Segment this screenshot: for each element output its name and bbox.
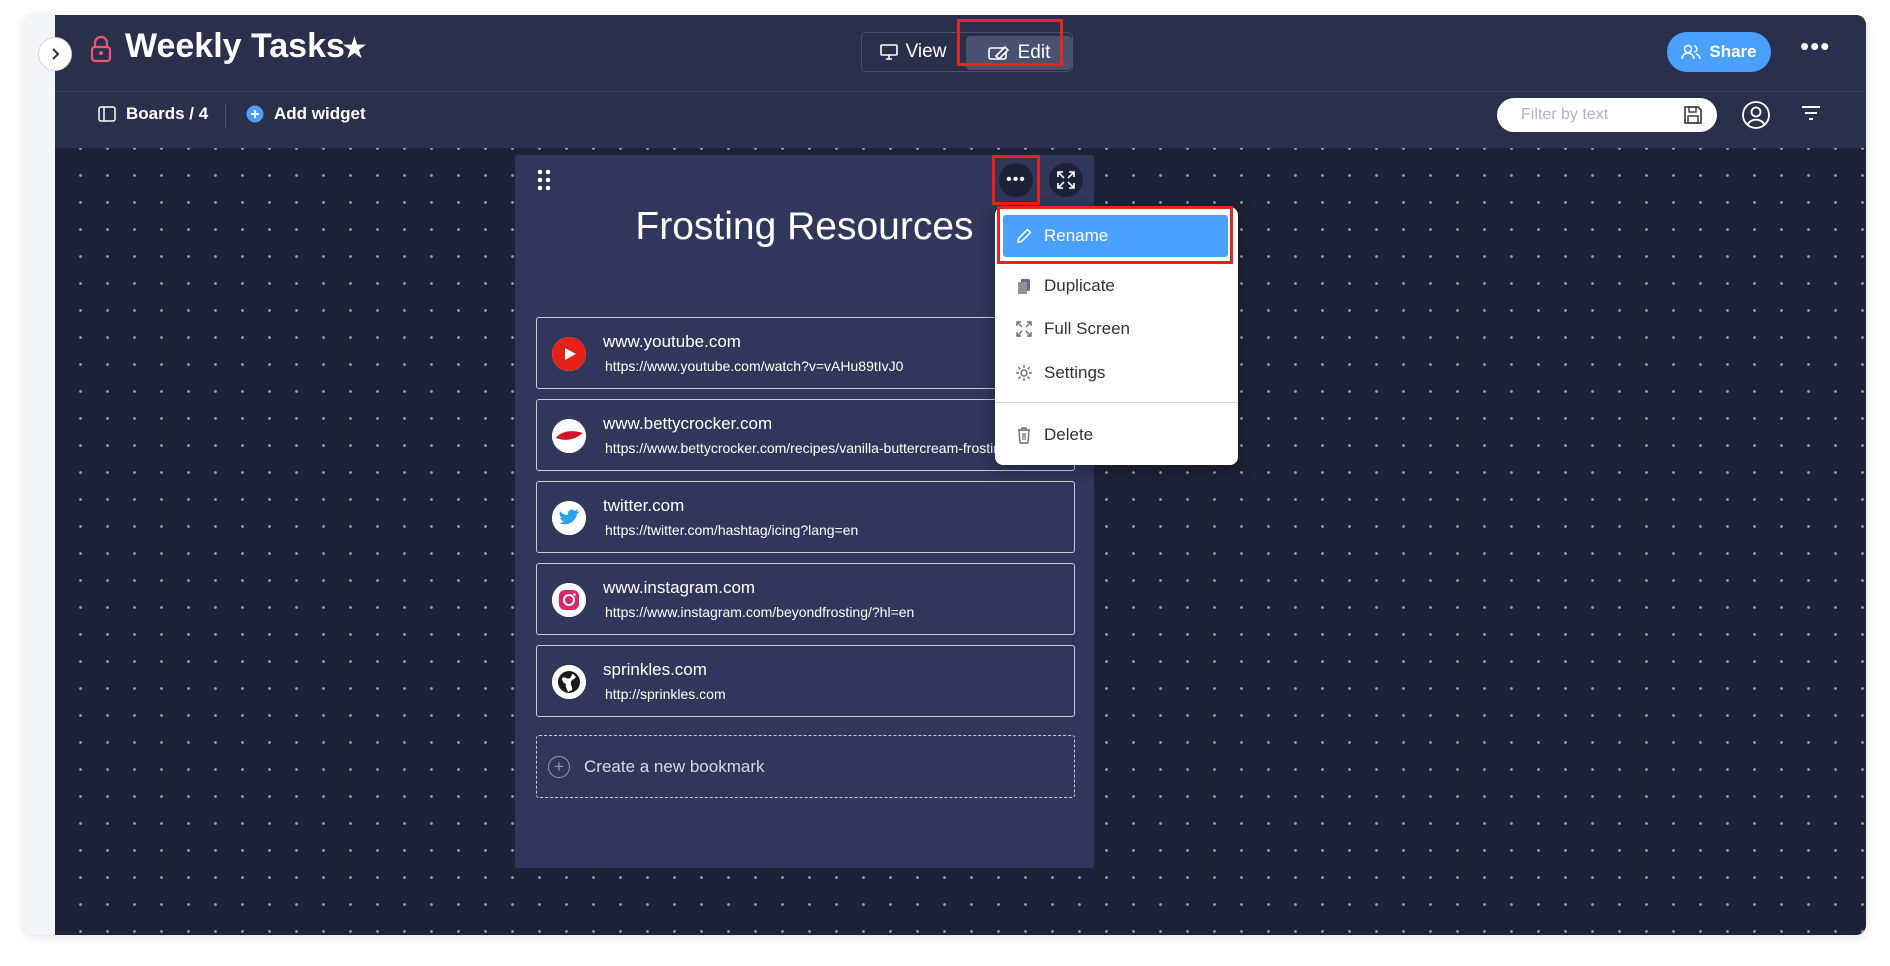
filter-sort-icon[interactable] [1801, 105, 1821, 121]
board-header: Weekly Tasks ★ View Edit Share ••• [55, 15, 1866, 92]
fullscreen-icon [1016, 321, 1032, 337]
bookmark-item[interactable]: www.instagram.com https://www.instagram.… [536, 563, 1075, 635]
star-icon[interactable]: ★ [341, 31, 368, 66]
bettycrocker-icon [552, 419, 586, 453]
people-icon [1681, 44, 1702, 60]
menu-item-duplicate[interactable]: Duplicate [1003, 265, 1228, 307]
bookmark-url: https://twitter.com/hashtag/icing?lang=e… [605, 522, 859, 538]
bookmark-url: https://www.bettycrocker.com/recipes/van… [605, 440, 1009, 456]
gear-icon [1016, 365, 1032, 381]
more-options-icon[interactable]: ••• [1800, 31, 1830, 62]
board-title[interactable]: Weekly Tasks [125, 27, 345, 66]
filter-input[interactable]: Filter by text [1497, 98, 1717, 132]
bookmark-domain: sprinkles.com [603, 660, 707, 679]
save-icon[interactable] [1683, 105, 1703, 125]
view-button[interactable]: View [862, 33, 964, 71]
widget-more-highlight-box [992, 155, 1040, 205]
toolbar-divider [225, 104, 226, 128]
expand-icon[interactable] [1049, 163, 1083, 197]
menu-item-delete[interactable]: Delete [1003, 414, 1228, 456]
bookmark-domain: www.instagram.com [603, 578, 756, 597]
add-widget-label: Add widget [274, 104, 366, 123]
menu-item-label: Settings [1044, 363, 1106, 382]
menu-divider [995, 402, 1238, 403]
menu-item-full-screen[interactable]: Full Screen [1003, 308, 1228, 350]
create-bookmark-label: Create a new bookmark [584, 756, 765, 776]
youtube-icon [552, 337, 586, 371]
lock-icon [90, 35, 112, 63]
person-filter-icon[interactable] [1741, 100, 1771, 130]
edit-highlight-box [957, 19, 1063, 66]
menu-item-label: Delete [1044, 425, 1094, 444]
board-toolbar: Boards / 4 Add widget Filter by text [55, 92, 1866, 148]
plus-icon: + [548, 755, 570, 778]
copy-icon [1018, 279, 1030, 294]
share-label: Share [1709, 42, 1757, 61]
monitor-icon [879, 44, 898, 60]
bookmark-item[interactable]: sprinkles.com http://sprinkles.com [536, 645, 1075, 717]
board-workspace: Weekly Tasks ★ View Edit Share ••• Board… [55, 15, 1866, 935]
bookmark-domain: twitter.com [603, 496, 685, 515]
boards-selector[interactable]: Boards / 4 [98, 104, 208, 124]
bookmark-url: https://www.youtube.com/watch?v=vAHu89tI… [605, 358, 904, 374]
bookmark-url: http://sprinkles.com [605, 686, 726, 702]
bookmark-domain: www.bettycrocker.com [603, 414, 773, 433]
share-button[interactable]: Share [1667, 32, 1771, 72]
twitter-icon [552, 501, 586, 535]
board-layout-icon [98, 106, 116, 122]
widget-context-menu: Rename Duplicate Full Screen Settings De… [995, 206, 1238, 465]
view-label: View [905, 41, 947, 62]
sidebar-toggle-button[interactable] [38, 37, 72, 71]
chevron-right-icon [52, 48, 60, 60]
expand-arrows-icon [1057, 171, 1075, 189]
add-widget-button[interactable]: Add widget [246, 104, 366, 124]
plus-circle-icon [246, 105, 264, 123]
create-bookmark-button[interactable]: + Create a new bookmark [536, 735, 1075, 798]
drag-handle-icon[interactable] [537, 169, 551, 191]
menu-item-label: Full Screen [1044, 319, 1130, 338]
menu-item-settings[interactable]: Settings [1003, 352, 1228, 394]
instagram-icon [552, 583, 586, 617]
globe-icon [552, 665, 586, 699]
bookmark-url: https://www.instagram.com/beyondfrosting… [605, 604, 915, 620]
boards-label: Boards / 4 [126, 104, 209, 123]
bookmark-domain: www.youtube.com [603, 332, 741, 351]
bookmark-item[interactable]: twitter.com https://twitter.com/hashtag/… [536, 481, 1075, 553]
trash-icon [1018, 427, 1030, 444]
filter-placeholder: Filter by text [1521, 106, 1609, 123]
rename-highlight-box [997, 206, 1233, 264]
menu-item-label: Duplicate [1044, 276, 1115, 295]
